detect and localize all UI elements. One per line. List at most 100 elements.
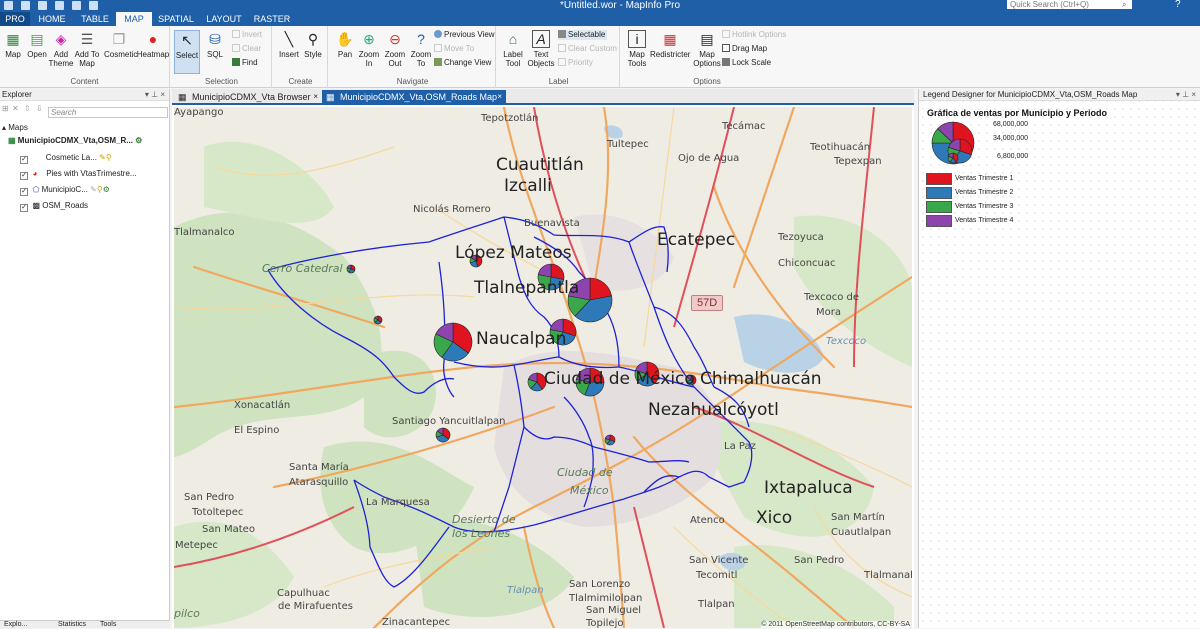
style-label: Style (304, 50, 322, 59)
pie-layer-icon: ◕ (32, 169, 38, 178)
selectable-icon[interactable]: ⚲ (106, 153, 112, 162)
lock-scale-toggle[interactable]: Lock Scale (722, 58, 771, 68)
legend-pie-small[interactable] (947, 152, 959, 164)
layer-row-municipios[interactable]: ✓ ⬠ MunicipioC... ✎⚲⚙ (20, 185, 110, 196)
edit-pencil-icon[interactable]: ✎ (99, 153, 106, 162)
sales-pie-chart[interactable] (346, 264, 356, 274)
layer-row-cosmetic[interactable]: ✓ Cosmetic La... ✎⚲ (20, 153, 112, 164)
zoom-out-button[interactable]: ⊖ Zoom Out (382, 30, 408, 69)
cosmetic-button[interactable]: ❐ Cosmetic (104, 30, 137, 60)
label-icon[interactable]: ⚙ (103, 185, 110, 194)
place-label: Topilejo (586, 618, 624, 628)
tab-raster[interactable]: RASTER (248, 12, 296, 26)
priority-button[interactable]: Priority (558, 58, 593, 68)
open-icon[interactable] (21, 1, 30, 10)
legend-designer-panel: Legend Designer for MunicipioCDMX_Vta,OS… (918, 89, 1200, 628)
tab-browser-document[interactable]: ▦ MunicipioCDMX_Vta Browser × (174, 90, 322, 104)
selectable-toggle[interactable]: Selectable (558, 30, 608, 40)
place-label: Atenco (690, 515, 725, 526)
help-button[interactable]: ? (1175, 0, 1181, 10)
redistricter-button[interactable]: ▦ Redistricter (650, 30, 690, 60)
tab-table[interactable]: TABLE (74, 12, 116, 26)
map-tools-button[interactable]: i Map Tools (624, 30, 650, 68)
map-properties-icon[interactable]: ⚙ (135, 136, 142, 145)
select-button[interactable]: ↖ Select (174, 30, 200, 74)
map-attribution: © 2011 OpenStreetMap contributors, CC-BY… (761, 621, 910, 628)
insert-button[interactable]: ╲ Insert (276, 30, 302, 60)
drag-map-label: Drag Map (732, 44, 768, 53)
redistricter-icon: ▦ (663, 30, 677, 47)
open-button[interactable]: ▤ Open (24, 30, 50, 60)
hotlink-options-label: Hotlink Options (732, 30, 787, 39)
panel-pin-icon[interactable]: ▾ ⊥ × (145, 89, 165, 101)
sales-pie-chart[interactable] (604, 434, 616, 446)
sales-pie-chart[interactable] (373, 315, 383, 325)
sql-button[interactable]: ⛁ SQL (202, 30, 228, 60)
tab-pro[interactable]: PRO (0, 12, 30, 26)
place-label: Xico (756, 508, 793, 528)
save-icon[interactable] (4, 1, 13, 10)
layer-checkbox[interactable]: ✓ (20, 156, 28, 164)
zoom-in-button[interactable]: ⊕ Zoom In (356, 30, 382, 69)
layer-checkbox[interactable]: ✓ (20, 188, 28, 196)
explorer-search-input[interactable]: Search (48, 107, 168, 118)
priority-label: Priority (568, 58, 593, 67)
drag-map-toggle[interactable]: Drag Map (722, 44, 767, 54)
pan-button[interactable]: ✋ Pan (332, 30, 358, 60)
new-icon[interactable]: ⊞ (2, 104, 9, 113)
sales-pie-chart[interactable] (435, 427, 451, 443)
close-icon[interactable]: × (497, 90, 502, 104)
change-view-button[interactable]: Change View (434, 58, 491, 68)
map-tools-label: Map Tools (627, 50, 647, 68)
tab-layout[interactable]: LAYOUT (200, 12, 248, 26)
size-label-small: 6,800,000 (997, 153, 1029, 160)
tree-map-item[interactable]: ▦ MunicipioCDMX_Vta,OSM_R... ⚙ (8, 136, 142, 146)
print-icon[interactable] (38, 1, 47, 10)
clear-custom-button[interactable]: Clear Custom (558, 44, 617, 54)
invert-button[interactable]: Invert (232, 30, 262, 40)
down-icon[interactable]: ⇩ (36, 104, 43, 113)
sales-pie-chart[interactable] (433, 322, 473, 362)
zoom-to-button[interactable]: ? Zoom To (408, 30, 434, 69)
place-label: los Leones (452, 527, 511, 540)
add-to-map-button[interactable]: ☰ Add To Map (74, 30, 100, 69)
remove-icon[interactable]: ✕ (12, 104, 19, 113)
add-theme-button[interactable]: ◈ Add Theme (48, 30, 74, 69)
hotlink-options-button[interactable]: Hotlink Options (722, 30, 786, 40)
quick-search-input[interactable]: Quick Search (Ctrl+Q) (1007, 0, 1132, 9)
up-icon[interactable]: ⇧ (24, 104, 31, 113)
legend-swatch-q1 (926, 173, 952, 185)
place-label: Buenavista (524, 218, 580, 229)
panel-pin-icon[interactable]: ▾ ⊥ × (1176, 89, 1196, 101)
label-tool-button[interactable]: ⌂ Label Tool (500, 30, 526, 69)
place-label: Cuautitlán (496, 155, 584, 175)
close-icon[interactable]: × (313, 90, 318, 104)
tab-home[interactable]: HOME (30, 12, 74, 26)
lock-scale-label: Lock Scale (732, 58, 772, 67)
map-options-button[interactable]: ▤ Map Options (692, 30, 722, 69)
undo-icon[interactable] (55, 1, 64, 10)
search-icon[interactable]: ⌕ (1122, 0, 1131, 9)
style-button[interactable]: ⚲ Style (300, 30, 326, 60)
previous-view-button[interactable]: Previous View (434, 30, 495, 40)
layer-row-pies[interactable]: ✓ ◕ Pies with VtasTrimestre... (20, 169, 137, 180)
priority-icon (558, 58, 566, 66)
layer-row-osm-roads[interactable]: ✓ ▩ OSM_Roads (20, 201, 88, 212)
redo-icon[interactable] (72, 1, 81, 10)
customize-icon[interactable] (89, 1, 98, 10)
layer-checkbox[interactable]: ✓ (20, 204, 28, 212)
map-canvas[interactable]: Tepotzotlán Tultepec Tecámac Cuautitlán Ojo … (174, 107, 912, 628)
tab-spatial[interactable]: SPATIAL (152, 12, 200, 26)
heatmap-button[interactable]: ● Heatmap (136, 30, 170, 60)
tab-map-document[interactable]: ▦ MunicipioCDMX_Vta,OSM_Roads Map × (322, 90, 506, 104)
map-button[interactable]: ▦ Map (0, 30, 26, 60)
edit-pencil-icon[interactable]: ✎ (90, 185, 97, 194)
move-to-button[interactable]: Move To (434, 44, 474, 54)
ribbon: ▦ Map ▤ Open ◈ Add Theme ☰ Add To Map ❐ Cosme… (0, 26, 1200, 88)
find-button[interactable]: Find (232, 58, 258, 68)
layer-checkbox[interactable]: ✓ (20, 172, 28, 180)
tree-maps-node[interactable]: ▴ Maps (2, 123, 28, 133)
text-objects-button[interactable]: A Text Objects (526, 30, 556, 68)
tab-map[interactable]: MAP (116, 12, 152, 26)
clear-button[interactable]: Clear (232, 44, 261, 54)
